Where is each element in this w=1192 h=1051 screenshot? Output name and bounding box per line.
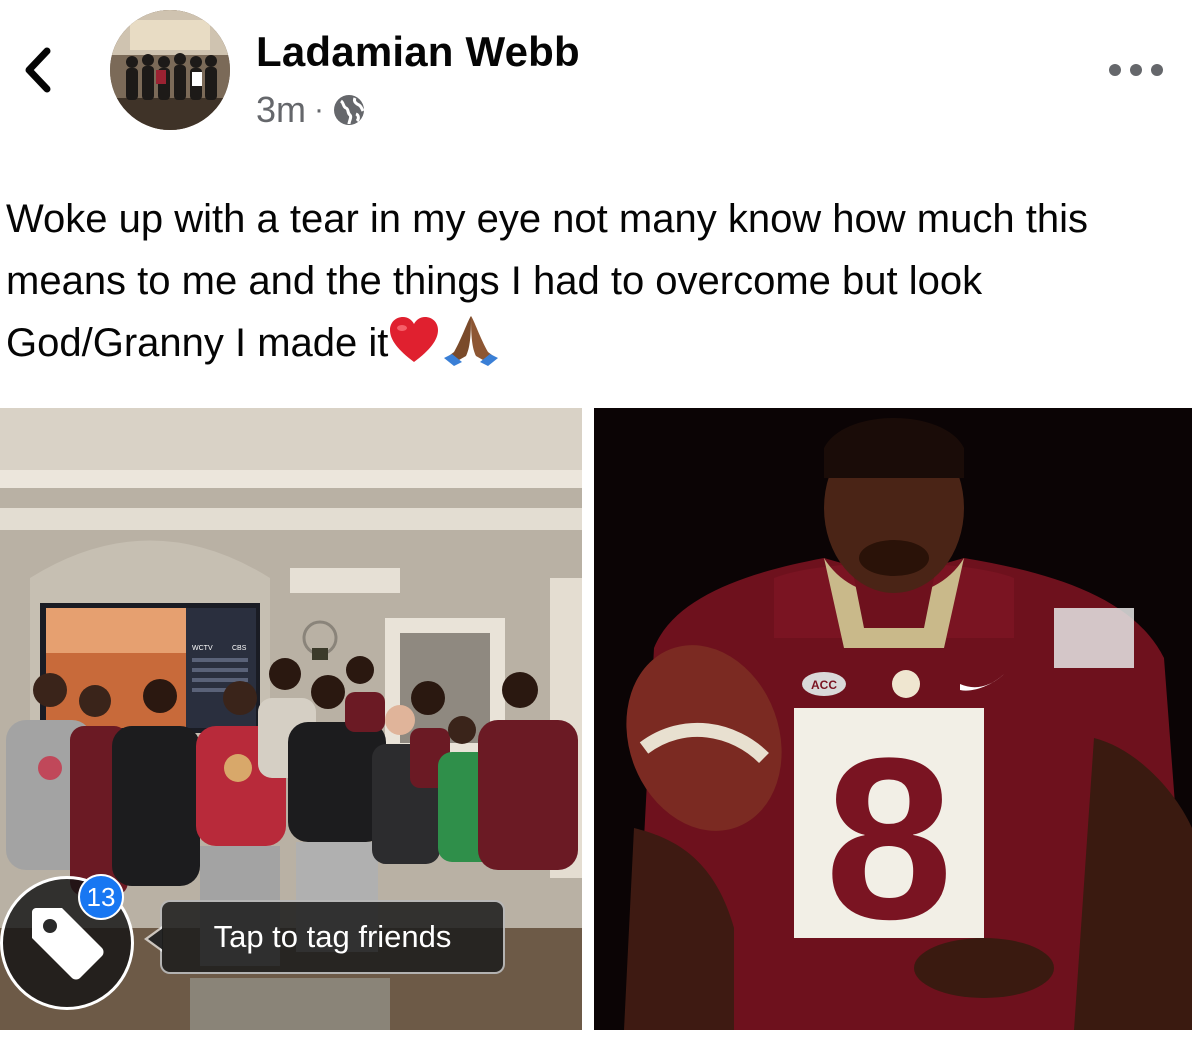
player-portrait-photo[interactable]: 8 ACC xyxy=(594,408,1192,1030)
tv-label: WCTV xyxy=(192,645,213,652)
ellipsis-icon xyxy=(1109,64,1163,76)
chevron-left-icon xyxy=(25,47,51,93)
timestamp[interactable]: 3m xyxy=(256,89,306,131)
folded-hands-emoji xyxy=(440,312,502,384)
acc-patch: ACC xyxy=(811,678,837,692)
author-avatar[interactable] xyxy=(110,10,230,130)
back-button[interactable] xyxy=(14,40,62,100)
player-portrait-image: 8 ACC xyxy=(594,408,1192,1030)
tag-friends-label: Tap to tag friends xyxy=(213,919,452,954)
post-text: Woke up with a tear in my eye not many k… xyxy=(6,188,1186,384)
more-options-button[interactable] xyxy=(1104,52,1168,88)
tag-friends-tooltip[interactable]: Tap to tag friends xyxy=(144,900,505,974)
meta-separator: · xyxy=(314,93,325,126)
tv-label-2: CBS xyxy=(232,645,247,652)
author-name[interactable]: Ladamian Webb xyxy=(256,28,580,76)
avatar-photo xyxy=(110,10,230,130)
post-meta: 3m · xyxy=(256,88,366,132)
tag-count-badge: 13 xyxy=(78,874,124,920)
jersey-number: 8 xyxy=(825,710,953,967)
post-body: Woke up with a tear in my eye not many k… xyxy=(6,197,1088,365)
heart-emoji xyxy=(388,316,440,384)
globe-icon[interactable] xyxy=(332,93,366,127)
